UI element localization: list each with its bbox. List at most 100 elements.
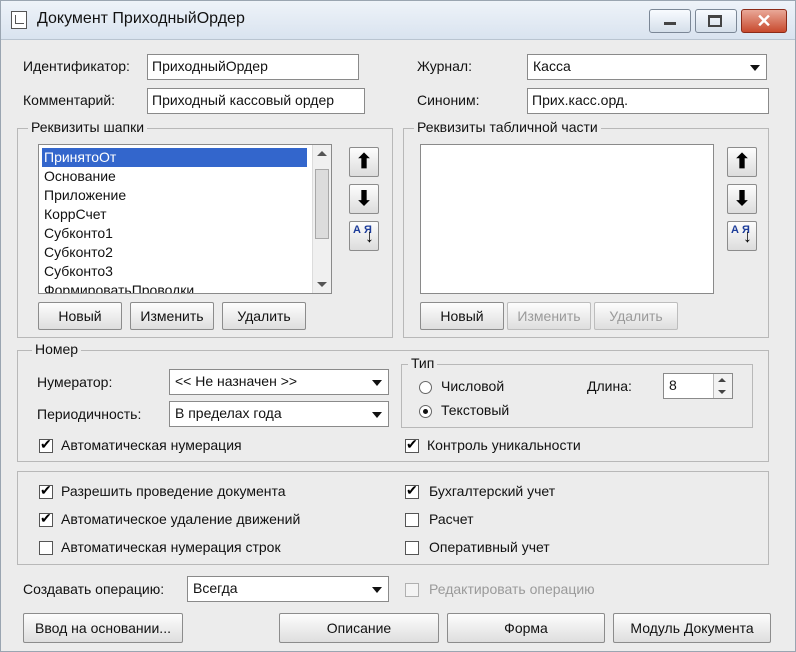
arrow-down-icon: ⬇	[355, 188, 373, 210]
decrement-icon[interactable]	[718, 390, 726, 394]
document-icon	[11, 11, 27, 29]
increment-icon[interactable]	[718, 378, 726, 382]
minimize-button[interactable]	[649, 9, 691, 33]
scroll-down-icon[interactable]	[317, 282, 327, 287]
uniqueness-label: Контроль уникальности	[427, 437, 581, 453]
move-down-button[interactable]: ⬇	[349, 184, 379, 214]
auto-delete-checkbox[interactable]	[39, 510, 53, 527]
arrow-up-icon: ⬆	[355, 151, 373, 173]
accounting-label: Бухгалтерский учет	[429, 483, 556, 499]
description-button[interactable]: Описание	[279, 613, 439, 643]
table-move-down-button[interactable]: ⬇	[727, 184, 757, 214]
auto-row-numbering-label: Автоматическая нумерация строк	[61, 539, 281, 555]
operational-checkbox[interactable]	[405, 541, 419, 555]
move-up-button[interactable]: ⬆	[349, 147, 379, 177]
periodicity-select[interactable]: В пределах года	[169, 401, 389, 427]
allow-posting-label: Разрешить проведение документа	[61, 483, 286, 499]
periodicity-label: Периодичность:	[37, 406, 142, 422]
list-item[interactable]: ПринятоОт	[41, 147, 308, 168]
list-item[interactable]: Основание	[42, 167, 116, 186]
create-operation-value: Всегда	[193, 580, 238, 596]
create-operation-label: Создавать операцию:	[23, 581, 165, 597]
document-editor-window: Документ ПриходныйОрдер ✕ Идентификатор:…	[0, 0, 796, 652]
auto-numbering-checkbox[interactable]	[39, 436, 53, 453]
arrow-down-icon: ⬇	[733, 188, 751, 210]
synonym-label: Синоним:	[417, 92, 480, 108]
scroll-up-icon[interactable]	[317, 151, 327, 156]
sort-arrow-icon: ↓	[743, 226, 752, 246]
sort-button[interactable]: А Я ↓	[349, 221, 379, 251]
arrow-up-icon: ⬆	[733, 151, 751, 173]
table-move-up-button[interactable]: ⬆	[727, 147, 757, 177]
text-label: Текстовый	[441, 402, 510, 418]
header-attributes-title: Реквизиты шапки	[28, 119, 148, 135]
header-new-button[interactable]: Новый	[38, 302, 122, 330]
operational-label: Оперативный учет	[429, 539, 550, 555]
list-scrollbar[interactable]	[312, 145, 331, 293]
identifier-input[interactable]: ПриходныйОрдер	[147, 54, 359, 80]
maximize-icon	[708, 15, 722, 27]
text-radio[interactable]	[419, 405, 432, 418]
module-button[interactable]: Модуль Документа	[613, 613, 771, 643]
length-label: Длина:	[587, 378, 632, 394]
journal-select[interactable]: Касса	[527, 54, 767, 80]
edit-operation-label: Редактировать операцию	[429, 581, 595, 597]
chevron-down-icon[interactable]	[747, 58, 763, 76]
list-item[interactable]: Субконто2	[42, 243, 113, 262]
edit-operation-checkbox[interactable]	[405, 583, 419, 597]
calculation-label: Расчет	[429, 511, 474, 527]
list-item[interactable]: Приложение	[42, 186, 126, 205]
length-value: 8	[669, 377, 677, 393]
close-button[interactable]: ✕	[741, 9, 787, 33]
auto-numbering-label: Автоматическая нумерация	[61, 437, 242, 453]
type-group-title: Тип	[408, 355, 438, 371]
periodicity-value: В пределах года	[175, 405, 282, 421]
minimize-icon	[664, 22, 676, 25]
header-attributes-list[interactable]: ПринятоОт Основание Приложение КоррСчет …	[38, 144, 332, 294]
table-delete-button[interactable]: Удалить	[594, 302, 678, 330]
numeric-radio[interactable]	[419, 381, 432, 394]
close-icon: ✕	[756, 11, 772, 31]
table-sort-button[interactable]: А Я ↓	[727, 221, 757, 251]
numerator-select[interactable]: << Не назначен >>	[169, 369, 389, 395]
comment-label: Комментарий:	[23, 92, 116, 108]
header-delete-button[interactable]: Удалить	[222, 302, 306, 330]
table-new-button[interactable]: Новый	[420, 302, 504, 330]
uniqueness-checkbox[interactable]	[405, 436, 419, 453]
chevron-down-icon[interactable]	[369, 405, 385, 423]
accounting-checkbox[interactable]	[405, 482, 419, 499]
auto-delete-label: Автоматическое удаление движений	[61, 511, 301, 527]
auto-row-numbering-checkbox[interactable]	[39, 541, 53, 555]
chevron-down-icon[interactable]	[369, 580, 385, 598]
journal-label: Журнал:	[417, 58, 472, 74]
allow-posting-checkbox[interactable]	[39, 482, 53, 499]
window-title: Документ ПриходныйОрдер	[37, 10, 245, 27]
list-item[interactable]: ФормироватьПроводки	[42, 281, 194, 293]
list-item[interactable]: Субконто3	[42, 262, 113, 281]
chevron-down-icon[interactable]	[369, 373, 385, 391]
create-operation-select[interactable]: Всегда	[187, 576, 389, 602]
form-button[interactable]: Форма	[447, 613, 605, 643]
numerator-value: << Не назначен >>	[175, 373, 298, 389]
numerator-label: Нумератор:	[37, 374, 113, 390]
journal-value: Касса	[533, 58, 571, 74]
table-edit-button[interactable]: Изменить	[507, 302, 591, 330]
length-stepper[interactable]: 8	[663, 373, 733, 399]
header-edit-button[interactable]: Изменить	[130, 302, 214, 330]
number-group-title: Номер	[32, 341, 82, 357]
numeric-label: Числовой	[441, 378, 505, 394]
synonym-input[interactable]: Прих.касс.орд.	[527, 88, 769, 114]
identifier-label: Идентификатор:	[23, 58, 130, 74]
maximize-button[interactable]	[695, 9, 737, 33]
comment-input[interactable]: Приходный кассовый ордер	[147, 88, 365, 114]
sort-arrow-icon: ↓	[365, 226, 374, 246]
list-item[interactable]: Субконто1	[42, 224, 113, 243]
table-attributes-title: Реквизиты табличной части	[414, 119, 601, 135]
table-attributes-list[interactable]	[420, 144, 714, 294]
input-on-basis-button[interactable]: Ввод на основании...	[23, 613, 183, 643]
stepper-buttons[interactable]	[713, 374, 732, 398]
scroll-thumb[interactable]	[315, 169, 329, 239]
calculation-checkbox[interactable]	[405, 513, 419, 527]
list-item[interactable]: КоррСчет	[42, 205, 107, 224]
title-bar: Документ ПриходныйОрдер ✕	[1, 1, 795, 40]
